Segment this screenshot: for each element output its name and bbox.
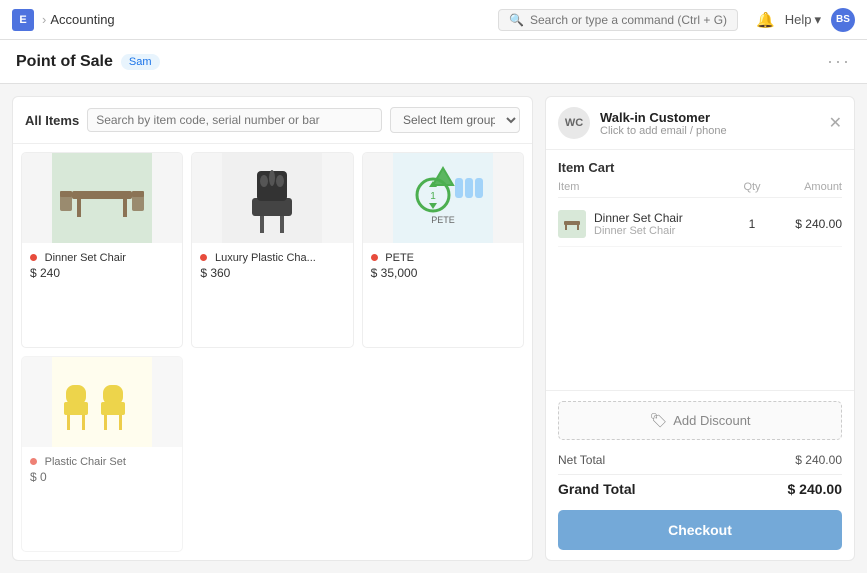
item-dot-pete [371,254,378,261]
topbar-right: 🔔 Help ▾ BS [756,8,855,32]
customer-info: Walk-in Customer Click to add email / ph… [600,110,819,137]
customer-sub[interactable]: Click to add email / phone [600,125,819,137]
item-name-pete: PETE [385,252,414,264]
items-panel: All Items Select Item group [12,96,533,561]
cart-customer-header: WC Walk-in Customer Click to add email /… [546,97,854,150]
totals: Net Total $ 240.00 Grand Total $ 240.00 [558,450,842,500]
help-menu[interactable]: Help ▾ [785,12,821,28]
checkout-button[interactable]: Checkout [558,510,842,550]
cart-columns: Item Qty Amount [558,181,842,198]
grand-total-label: Grand Total [558,481,636,497]
cart-item-thumb [558,210,586,238]
item-info-dinner-set-chair: Dinner Set Chair $ 240 [22,243,182,286]
item-price-dinner-set-chair: $ 240 [30,266,174,280]
item-price-plastic-chair-set: $ 0 [30,470,174,484]
grand-total-value: $ 240.00 [788,481,843,497]
search-input[interactable] [530,13,727,27]
cart-item-sub: Dinner Set Chair [594,225,732,237]
breadcrumb-separator: › [42,12,46,27]
item-price-luxury-plastic-chair: $ 360 [200,266,344,280]
item-name-luxury-plastic-chair: Luxury Plastic Cha... [215,252,316,264]
net-total-label: Net Total [558,453,605,467]
user-avatar[interactable]: BS [831,8,855,32]
cart-title: Item Cart [558,150,842,181]
page-header: Point of Sale Sam ··· [0,40,867,84]
items-panel-title: All Items [25,113,79,128]
item-info-luxury-plastic-chair: Luxury Plastic Cha... $ 360 [192,243,352,286]
item-dot-luxury-plastic-chair [200,254,207,261]
item-info-pete: PETE $ 35,000 [363,243,523,286]
cart-footer: 🏷 Add Discount Net Total $ 240.00 Grand … [546,390,854,560]
item-image-luxury-plastic-chair [192,153,352,243]
topbar: E › Accounting 🔍 🔔 Help ▾ BS [0,0,867,40]
net-total-value: $ 240.00 [795,453,842,467]
item-price-pete: $ 35,000 [371,266,515,280]
item-image-plastic-chair-set [22,357,182,447]
customer-name[interactable]: Walk-in Customer [600,110,819,125]
item-card-plastic-chair-set[interactable]: Plastic Chair Set $ 0 [21,356,183,552]
add-discount-label: Add Discount [673,413,750,428]
item-group-select[interactable]: Select Item group [390,107,520,133]
item-name-dinner-set-chair: Dinner Set Chair [45,252,126,264]
discount-icon: 🏷 [649,412,667,429]
svg-text:PETE: PETE [431,215,455,225]
items-grid: Dinner Set Chair $ 240 [13,144,532,560]
cart-row[interactable]: Dinner Set Chair Dinner Set Chair 1 $ 24… [558,202,842,247]
col-item-label: Item [558,181,732,193]
customer-initials: WC [558,107,590,139]
global-search[interactable]: 🔍 [498,9,738,31]
item-dot-plastic-chair-set [30,458,37,465]
items-search-input[interactable] [87,108,382,132]
breadcrumb: › Accounting [42,12,115,27]
breadcrumb-current: Accounting [50,12,114,27]
svg-text:1: 1 [430,191,436,202]
item-card-dinner-set-chair[interactable]: Dinner Set Chair $ 240 [21,152,183,348]
page-title: Point of Sale [16,53,113,71]
item-image-dinner-set-chair [22,153,182,243]
item-card-pete[interactable]: PETE 1 PETE $ 35,000 [362,152,524,348]
cart-item-info: Dinner Set Chair Dinner Set Chair [594,211,732,237]
cart-item-name: Dinner Set Chair [594,211,732,225]
col-amount-label: Amount [772,181,842,193]
cart-panel: WC Walk-in Customer Click to add email /… [545,96,855,561]
close-customer-icon[interactable]: ✕ [829,113,842,133]
search-icon: 🔍 [509,13,524,27]
page-tag[interactable]: Sam [121,54,160,70]
grand-total-row: Grand Total $ 240.00 [558,474,842,500]
item-dot-dinner-set-chair [30,254,37,261]
items-header: All Items Select Item group [13,97,532,144]
item-name-plastic-chair-set: Plastic Chair Set [45,456,126,468]
more-options-icon[interactable]: ··· [827,51,851,72]
main-content: All Items Select Item group [0,84,867,573]
item-card-luxury-plastic-chair[interactable]: Luxury Plastic Cha... $ 360 [191,152,353,348]
cart-item-qty[interactable]: 1 [732,217,772,231]
item-info-plastic-chair-set: Plastic Chair Set $ 0 [22,447,182,490]
col-qty-label: Qty [732,181,772,193]
net-total-row: Net Total $ 240.00 [558,450,842,470]
item-image-pete: PETE 1 [363,153,523,243]
app-icon[interactable]: E [12,9,34,31]
cart-item-amount: $ 240.00 [772,217,842,231]
bell-icon[interactable]: 🔔 [756,11,775,29]
add-discount-button[interactable]: 🏷 Add Discount [558,401,842,440]
cart-body: Item Cart Item Qty Amount Dinner Set [546,150,854,390]
